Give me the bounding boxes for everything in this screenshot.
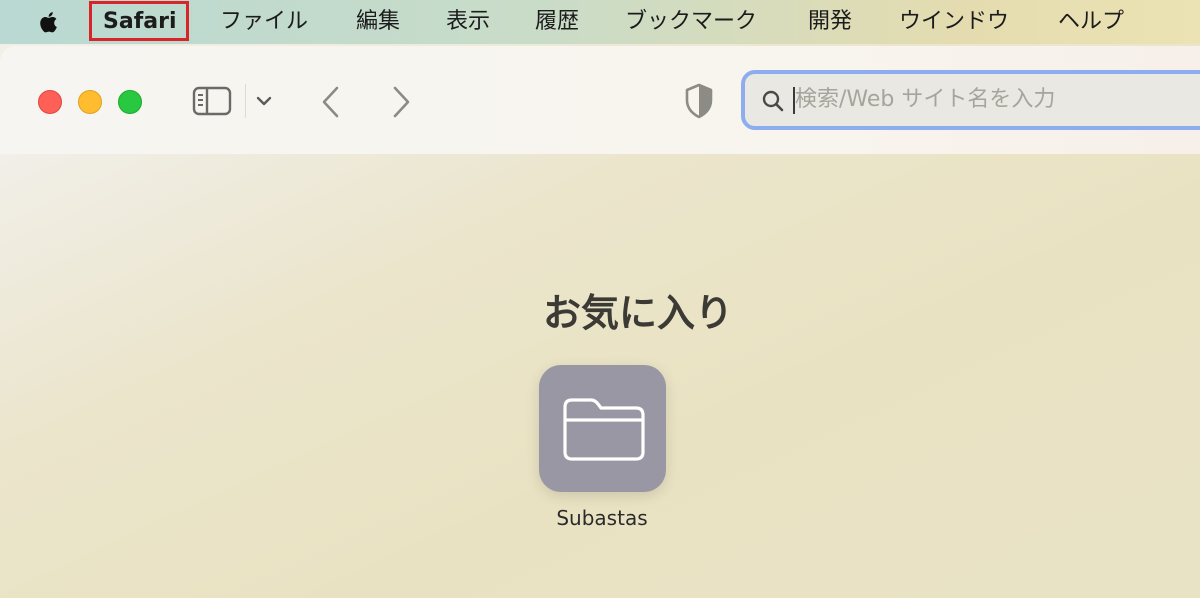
favorite-folder-label[interactable]: Subastas bbox=[527, 506, 677, 530]
search-address-field[interactable]: 検索/Web サイト名を入力 bbox=[741, 70, 1200, 130]
menu-file[interactable]: ファイル bbox=[220, 0, 308, 44]
minimize-window-button[interactable] bbox=[78, 90, 102, 114]
sidebar-toggle-icon[interactable] bbox=[192, 86, 232, 116]
shield-icon[interactable] bbox=[683, 82, 715, 120]
menu-window[interactable]: ウインドウ bbox=[899, 0, 1009, 44]
highlight-annotation-box bbox=[89, 1, 189, 41]
magnifying-glass-icon bbox=[762, 90, 784, 112]
folder-icon bbox=[563, 398, 645, 461]
zoom-window-button[interactable] bbox=[118, 90, 142, 114]
menu-history[interactable]: 履歴 bbox=[535, 0, 579, 44]
chevron-right-icon[interactable] bbox=[388, 84, 414, 120]
safari-window: 検索/Web サイト名を入力 お気に入り Subastas bbox=[0, 46, 1200, 598]
chevron-down-icon[interactable] bbox=[255, 94, 273, 108]
menu-view[interactable]: 表示 bbox=[446, 0, 490, 44]
favorite-folder-tile[interactable] bbox=[539, 365, 666, 492]
apple-logo-icon[interactable] bbox=[35, 8, 63, 36]
favorites-heading: お気に入り bbox=[542, 291, 733, 335]
toolbar: 検索/Web サイト名を入力 bbox=[0, 46, 1200, 155]
menu-develop[interactable]: 開発 bbox=[808, 0, 852, 44]
chevron-left-icon[interactable] bbox=[318, 84, 344, 120]
close-window-button[interactable] bbox=[38, 90, 62, 114]
menu-bookmarks[interactable]: ブックマーク bbox=[625, 0, 757, 44]
start-page: お気に入り Subastas bbox=[0, 154, 1200, 598]
search-placeholder: 検索/Web サイト名を入力 bbox=[795, 87, 1056, 112]
menu-help[interactable]: ヘルプ bbox=[1058, 0, 1124, 44]
menu-edit[interactable]: 編集 bbox=[356, 0, 400, 44]
toolbar-divider bbox=[245, 84, 246, 118]
menu-bar: Safari ファイル 編集 表示 履歴 ブックマーク 開発 ウインドウ ヘルプ bbox=[0, 0, 1200, 44]
